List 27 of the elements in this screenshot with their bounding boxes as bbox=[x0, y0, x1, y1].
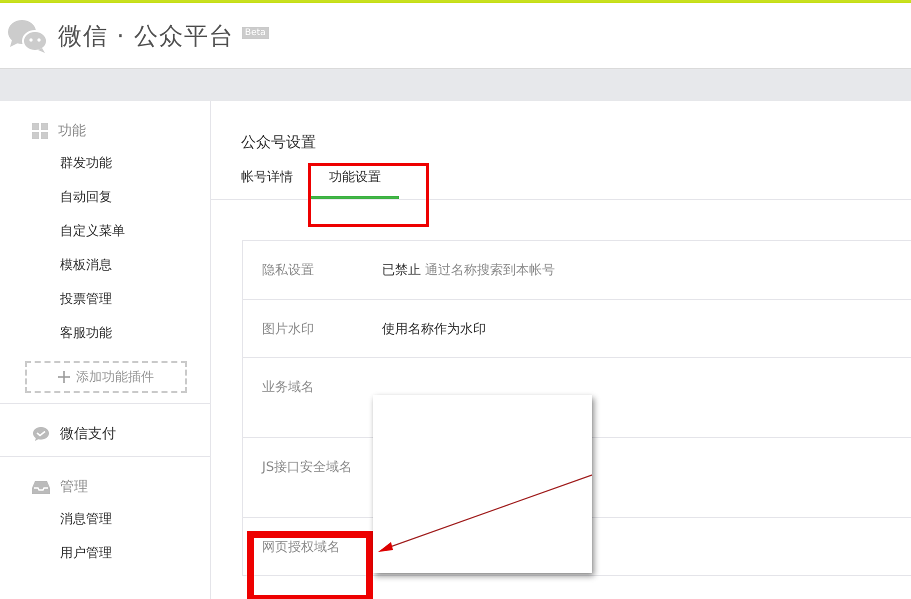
setting-note: 通过名称搜索到本帐号 bbox=[425, 262, 555, 279]
nav-item[interactable]: 消息管理 bbox=[0, 503, 210, 537]
tab[interactable]: 帐号详情 bbox=[241, 168, 293, 199]
grid-icon bbox=[32, 123, 48, 139]
setting-label: JS接口安全域名 bbox=[260, 459, 354, 476]
setting-label: 业务域名 bbox=[261, 379, 315, 396]
setting-label: 隐私设置 bbox=[261, 262, 315, 279]
platform-title: 微信 · 公众平台 bbox=[58, 20, 234, 52]
nav-section-label: 管理 bbox=[60, 478, 88, 496]
setting-label: 网页授权域名 bbox=[261, 538, 341, 556]
nav-item[interactable]: 用户管理 bbox=[0, 537, 210, 571]
page-title: 公众号设置 bbox=[240, 133, 317, 152]
nav-item[interactable]: 自定义菜单 bbox=[0, 215, 210, 249]
chat-bubble-icon bbox=[32, 426, 50, 442]
setting-value: 使用名称作为水印 bbox=[382, 320, 486, 338]
setting-value: 已禁止 bbox=[382, 262, 421, 279]
nav-section-label[interactable]: 微信支付 bbox=[60, 425, 116, 443]
nav-item[interactable]: 客服功能 bbox=[0, 317, 210, 351]
inbox-icon bbox=[32, 480, 50, 494]
nav-item[interactable]: 模板消息 bbox=[0, 249, 210, 283]
setting-label: 图片水印 bbox=[261, 320, 315, 338]
plus-icon bbox=[58, 371, 70, 383]
nav-item[interactable]: 投票管理 bbox=[0, 283, 210, 317]
tab[interactable]: 功能设置 bbox=[311, 168, 399, 199]
nav-item[interactable]: 群发功能 bbox=[0, 147, 210, 181]
nav-section-label: 功能 bbox=[58, 122, 86, 140]
nav-item[interactable]: 自动回复 bbox=[0, 181, 210, 215]
